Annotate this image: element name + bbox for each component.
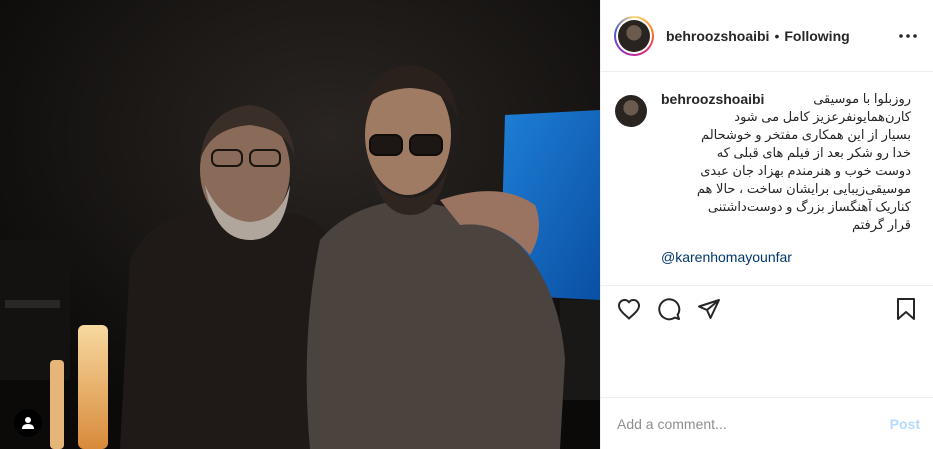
user-tag-button[interactable]	[14, 409, 42, 437]
action-bar	[601, 287, 933, 331]
caption-username[interactable]: behroozshoaibi	[661, 90, 769, 108]
heart-icon	[617, 298, 641, 320]
caption-text: روزبلوا با موسیقی کارن‌همایونفرعزیز کامل…	[696, 91, 911, 232]
comment-bubble-icon	[658, 298, 681, 321]
comment-input[interactable]	[617, 415, 890, 432]
avatar-image	[618, 19, 650, 52]
post-header: behroozshoaibi • Following	[601, 0, 933, 72]
paper-plane-icon	[698, 299, 720, 319]
user-tag-icon	[22, 417, 34, 429]
share-button[interactable]	[695, 295, 723, 323]
caption-mention-link[interactable]: @karenhomayounfar	[661, 248, 792, 266]
post-side-panel: behroozshoaibi • Following behroozshoaib…	[600, 0, 933, 449]
comment-bar: Post	[601, 397, 933, 449]
like-button[interactable]	[615, 295, 643, 323]
avatar[interactable]	[614, 15, 654, 56]
caption-section: behroozshoaibi روزبلوا با موسیقی کارن‌هم…	[601, 72, 933, 286]
following-button[interactable]: Following	[784, 28, 849, 44]
bookmark-icon	[897, 298, 915, 320]
caption-avatar[interactable]	[614, 94, 648, 128]
header-username[interactable]: behroozshoaibi	[666, 28, 769, 44]
more-horizontal-icon	[899, 34, 917, 38]
separator-dot: •	[774, 27, 780, 44]
save-button[interactable]	[892, 295, 920, 323]
caption-avatar-image	[615, 95, 647, 127]
comment-button[interactable]	[655, 295, 683, 323]
post-comment-button[interactable]: Post	[890, 416, 920, 432]
more-options-button[interactable]	[896, 26, 920, 46]
post-photo[interactable]	[0, 0, 600, 449]
photo-image	[0, 0, 600, 449]
